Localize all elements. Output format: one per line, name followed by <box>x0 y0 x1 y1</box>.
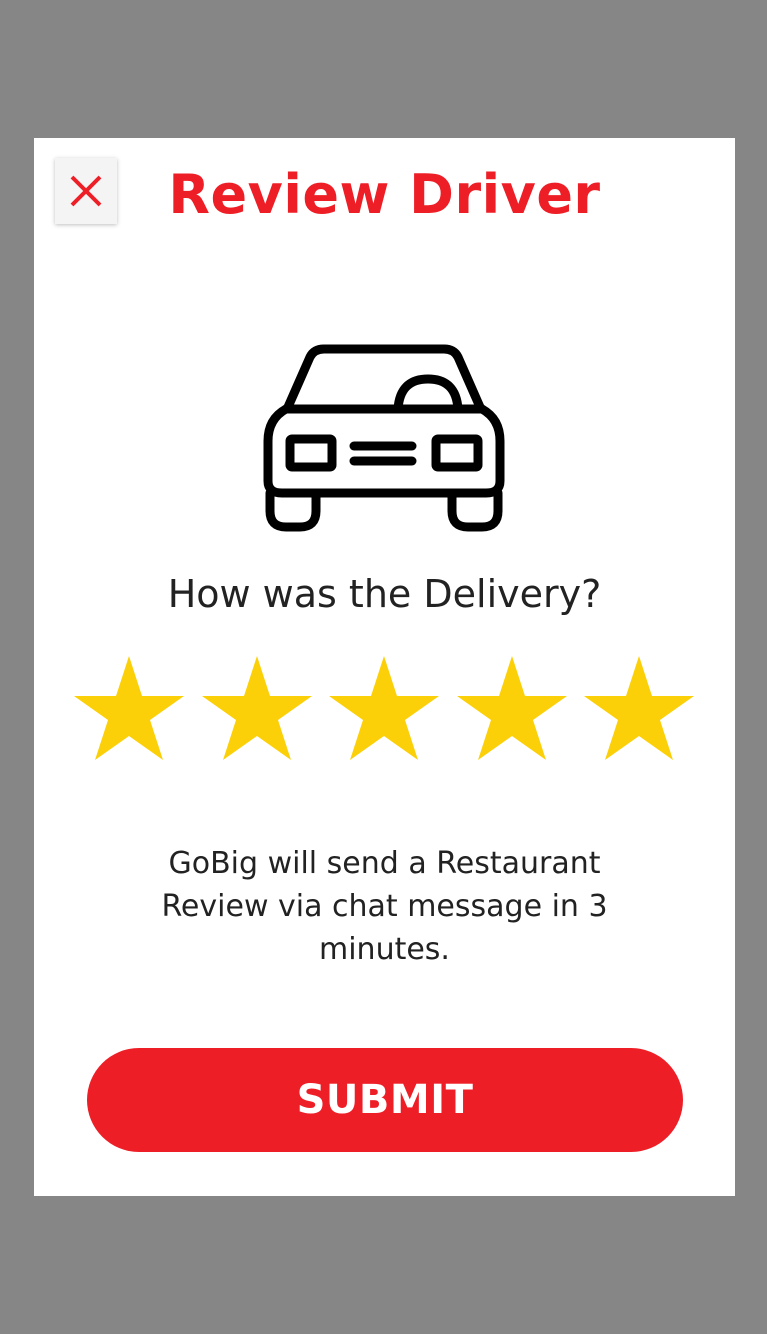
star-icon[interactable] <box>456 656 567 760</box>
star-icon[interactable] <box>584 656 694 760</box>
submit-label: SUBMIT <box>296 1077 474 1123</box>
modal-title: Review Driver <box>168 163 601 226</box>
review-driver-modal: Review Driver How was the Delivery? GoBi… <box>34 138 735 1196</box>
info-text: GoBig will send a Restaurant Review via … <box>161 846 608 967</box>
delivery-question: How was the Delivery? <box>167 572 602 616</box>
star-rating <box>74 656 694 760</box>
star-icon[interactable] <box>329 656 439 760</box>
car-icon <box>263 344 505 532</box>
star-icon[interactable] <box>74 656 184 760</box>
submit-button[interactable]: SUBMIT <box>87 1048 683 1152</box>
star-icon[interactable] <box>201 656 312 760</box>
